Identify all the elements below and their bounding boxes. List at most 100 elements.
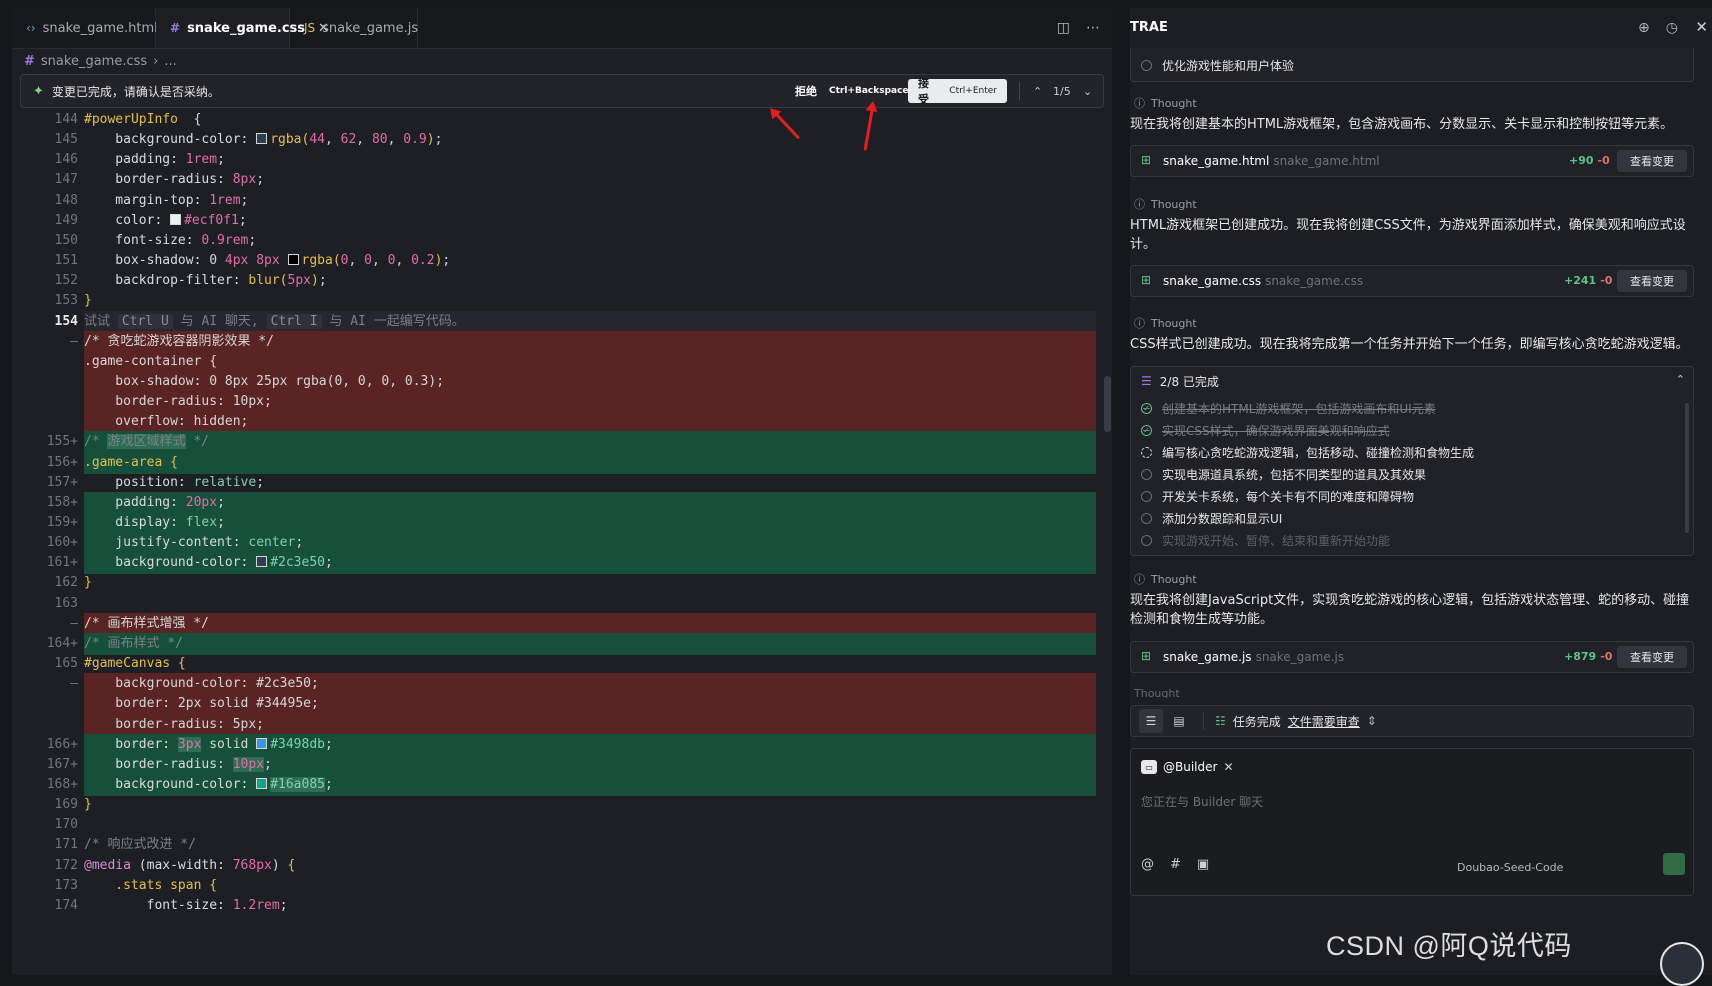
code-line[interactable]: border: 2px solid #34495e; [12, 693, 1112, 716]
task-list-toggle-icon[interactable]: ☰ [1139, 709, 1163, 733]
tab-snake-game-css[interactable]: # snake_game.css ✕ [156, 8, 329, 48]
split-editor-icon[interactable]: ◫ [1057, 20, 1070, 36]
code-token: ; [434, 132, 443, 148]
previous-change-icon[interactable]: ⌃ [1033, 75, 1042, 107]
thought-label[interactable]: ⓘ Thought [1134, 94, 1197, 112]
send-button[interactable] [1663, 853, 1685, 875]
code-line[interactable]: .game-container { [12, 350, 1112, 373]
reject-button[interactable]: 拒绝 Ctrl+Backspace [789, 79, 915, 103]
new-chat-icon[interactable]: ⊕ [1638, 20, 1650, 36]
thought-label[interactable]: Thought [1134, 688, 1180, 698]
code-line[interactable]: 163 [12, 593, 1112, 615]
code-line[interactable]: — background-color: #2c3e50; [12, 673, 1112, 696]
code-line[interactable]: 152 backdrop-filter: blur(5px); [12, 270, 1112, 292]
scrollbar-thumb[interactable] [1685, 403, 1689, 533]
code-token: ; [256, 474, 265, 490]
code-line[interactable]: 164+ /* 画布样式 */ [12, 632, 1112, 655]
file-change-card[interactable]: ⊞ snake_game.js snake_game.js +879 -0 查看变更 [1130, 641, 1694, 673]
color-swatch[interactable] [256, 556, 268, 568]
todo-header[interactable]: ☰ 2/8 已完成 [1141, 367, 1219, 395]
color-swatch[interactable] [170, 213, 182, 225]
code-line[interactable]: 155+ /* 游戏区域样式 */ [12, 431, 1112, 454]
code-line[interactable]: box-shadow: 0 8px 25px rgba(0, 0, 0, 0.3… [12, 370, 1112, 393]
color-swatch[interactable] [256, 133, 268, 145]
line-number: 145 [54, 132, 78, 148]
thought-label[interactable]: ⓘ Thought [1134, 195, 1197, 213]
document-icon[interactable]: ▤ [1167, 709, 1191, 733]
code-token: rgba( [301, 253, 341, 269]
code-line[interactable]: 162} [12, 572, 1112, 594]
code-line[interactable]: 154 试试 Ctrl U 与 AI 聊天, Ctrl I 与 AI 一起编写代码… [12, 310, 1112, 333]
code-line[interactable]: 153} [12, 290, 1112, 312]
file-change-card[interactable]: ⊞ snake_game.html snake_game.html +90 -0 查… [1130, 145, 1694, 177]
code-line[interactable]: 166+ border: 3px solid #3498db; [12, 733, 1112, 756]
code-line[interactable]: 144 #powerUpInfo { [12, 109, 1112, 131]
code-line[interactable]: 147 border-radius: 8px; [12, 169, 1112, 191]
code-line[interactable]: — /* 贪吃蛇游戏容器阴影效果 */ [12, 330, 1112, 353]
code-line[interactable]: border-radius: 10px; [12, 391, 1112, 414]
code-line[interactable]: 160+ justify-content: center; [12, 532, 1112, 555]
code-line[interactable]: 161+ background-color: #2c3e50; [12, 552, 1112, 575]
code-line[interactable]: 150 font-size: 0.9rem; [12, 230, 1112, 252]
thought-label[interactable]: ⓘ Thought [1134, 570, 1197, 588]
code-line[interactable]: 159+ display: flex; [12, 512, 1112, 534]
tab-snake-game-html[interactable]: ‹› snake_game.html [12, 8, 158, 48]
view-changes-button[interactable]: 查看变更 [1617, 150, 1687, 172]
model-selector[interactable]: Doubao-Seed-Code [1457, 861, 1563, 874]
code-line[interactable]: 158+ padding: 20px; [12, 491, 1112, 514]
color-swatch[interactable] [256, 737, 268, 749]
color-swatch[interactable] [287, 254, 299, 266]
code-line[interactable]: 167+ border-radius: 10px; [12, 753, 1112, 776]
code-line[interactable]: — /* 画布样式增强 */ [12, 612, 1112, 635]
agent-name[interactable]: @Builder [1163, 760, 1217, 774]
accept-button[interactable]: 接受 Ctrl+Enter [908, 77, 1007, 106]
breadcrumb-more[interactable]: ... [164, 54, 176, 69]
code-text: box-shadow: 0 4px 8px rgba(0, 0, 0, 0.2)… [84, 250, 450, 272]
view-changes-button[interactable]: 查看变更 [1617, 646, 1687, 668]
close-icon[interactable]: ✕ [1695, 18, 1708, 36]
expand-icon[interactable]: ⇕ [1367, 714, 1377, 728]
mention-icon[interactable]: @ [1141, 857, 1154, 872]
file-change-card[interactable]: ⊞ snake_game.css snake_game.css +241 -0 查看… [1130, 265, 1694, 297]
code-line[interactable]: border-radius: 5px; [12, 713, 1112, 736]
review-files-link[interactable]: 文件需要审查 [1288, 713, 1360, 730]
code-line[interactable]: 165 #gameCanvas { [12, 653, 1112, 675]
color-swatch[interactable] [256, 777, 268, 789]
code-line[interactable]: 168+ background-color: #16a085; [12, 773, 1112, 796]
code-line[interactable]: 148 margin-top: 1rem; [12, 190, 1112, 212]
lines-removed: -0 [1600, 274, 1613, 287]
code-line[interactable]: 146 padding: 1rem; [12, 149, 1112, 171]
code-line[interactable]: 157+ position: relative; [12, 472, 1112, 494]
code-line[interactable]: 172 @media (max-width: 768px) { [12, 855, 1112, 877]
code-token: 0 [364, 253, 372, 269]
collapse-icon[interactable]: ⌃ [1676, 373, 1685, 386]
code-token: ; [238, 212, 247, 228]
hashtag-icon[interactable]: # [1170, 857, 1181, 872]
code-line[interactable]: 171 /* 响应式改进 */ [12, 834, 1112, 856]
thought-label[interactable]: ⓘ Thought [1134, 314, 1197, 332]
line-number: 163 [54, 595, 78, 611]
history-icon[interactable]: ◷ [1666, 20, 1678, 36]
next-change-icon[interactable]: ⌄ [1083, 75, 1092, 107]
image-icon[interactable]: ▣ [1197, 857, 1209, 872]
scrollbar-thumb[interactable] [1104, 376, 1111, 432]
code-line[interactable]: overflow: hidden; [12, 411, 1112, 434]
code-line[interactable]: 156+ .game-area { [12, 451, 1112, 474]
code-area[interactable]: 144 #powerUpInfo {145 background-color: r… [12, 109, 1112, 975]
chat-input[interactable]: 您正在与 Builder 聊天 [1141, 793, 1263, 810]
code-line[interactable]: 173 .stats span { [12, 875, 1112, 897]
more-actions-icon[interactable]: ⋯ [1086, 20, 1100, 36]
code-token: ; [324, 555, 333, 571]
code-line[interactable]: 169} [12, 794, 1112, 816]
tools-icon[interactable]: ✕ [1223, 760, 1233, 774]
code-line[interactable]: 170 [12, 814, 1112, 836]
tab-snake-game-js[interactable]: JS snake_game.js [290, 8, 418, 48]
code-line[interactable]: 149 color: #ecf0f1; [12, 210, 1112, 232]
code-token: background-color: [84, 132, 257, 148]
code-line[interactable]: 151 box-shadow: 0 4px 8px rgba(0, 0, 0, … [12, 250, 1112, 272]
code-token: 20px [185, 494, 218, 510]
code-line[interactable]: 174 font-size: 1.2rem; [12, 895, 1112, 917]
view-changes-button[interactable]: 查看变更 [1617, 270, 1687, 292]
code-line[interactable]: 145 background-color: rgba(44, 62, 80, 0… [12, 129, 1112, 151]
breadcrumb-file[interactable]: snake_game.css [41, 54, 147, 69]
